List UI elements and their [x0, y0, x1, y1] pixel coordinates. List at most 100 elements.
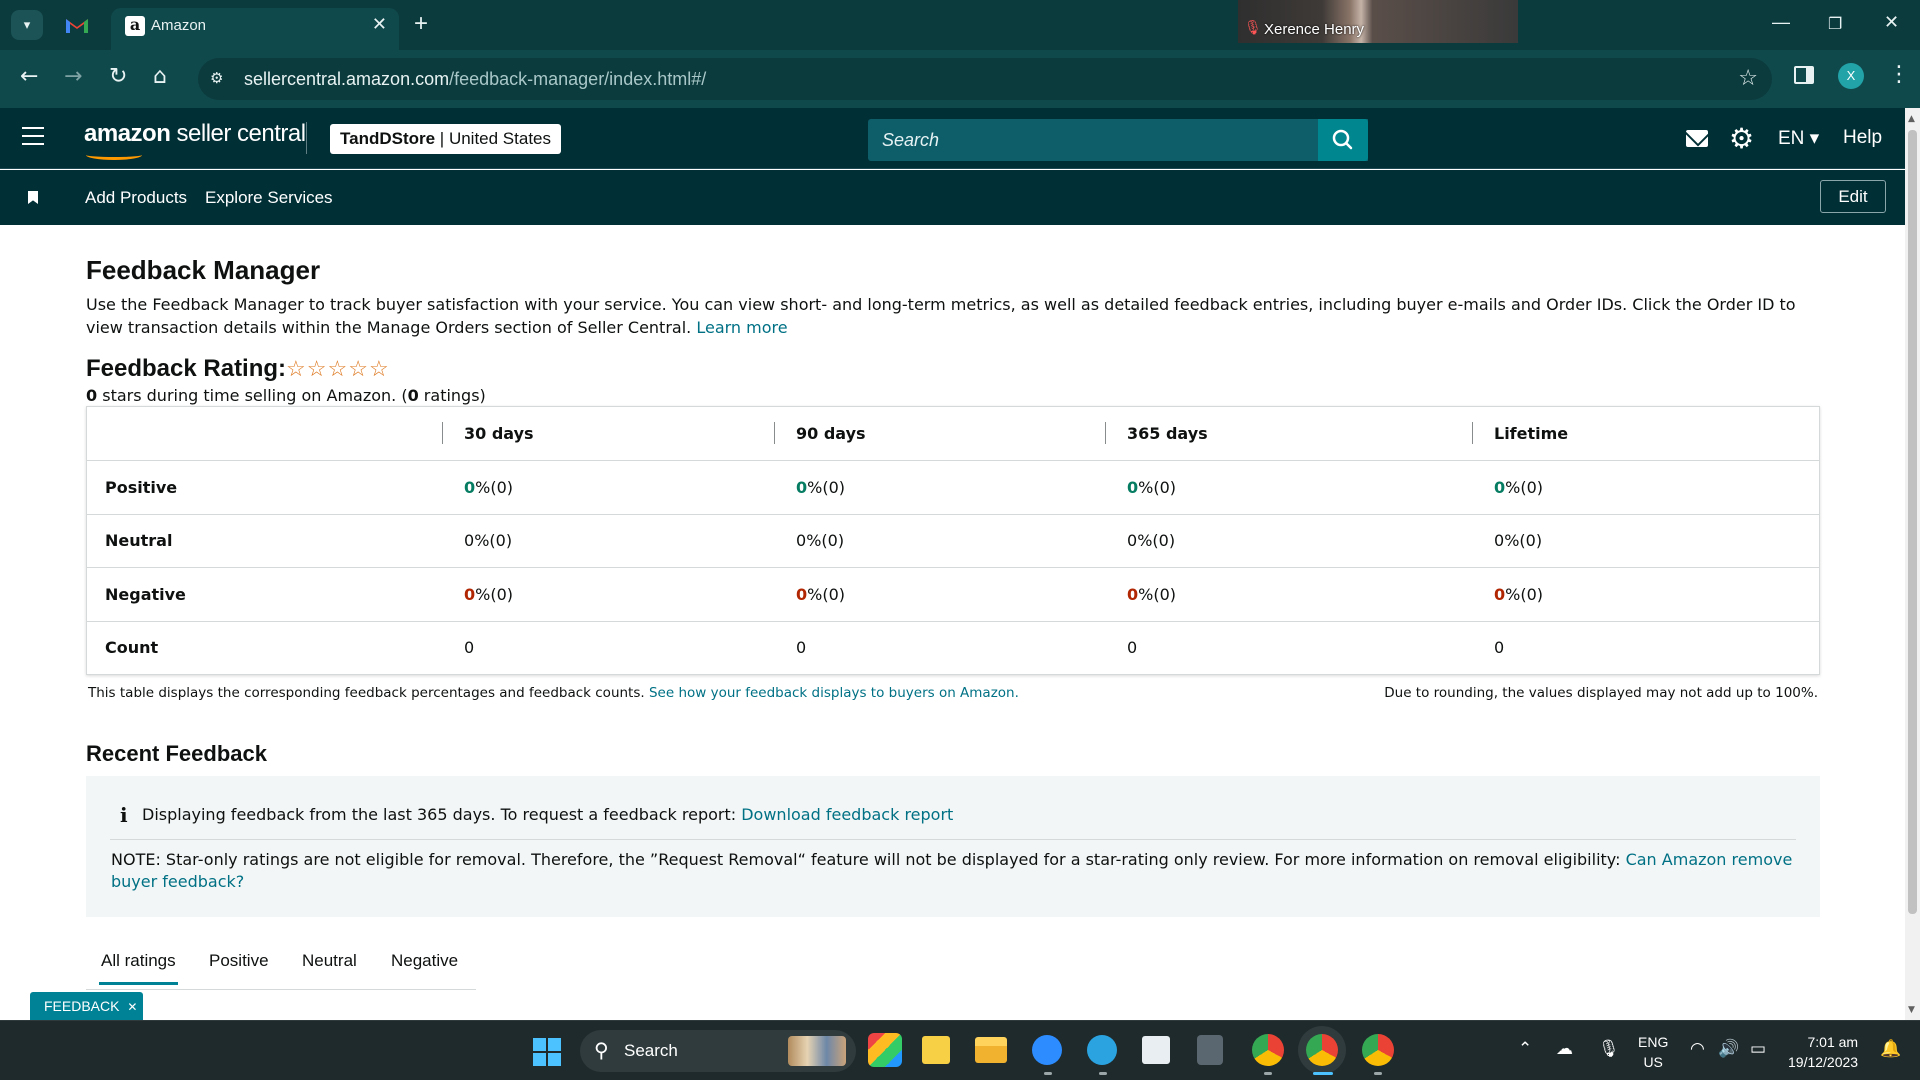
scroll-up-icon[interactable]: ▲: [1908, 114, 1915, 124]
search-highlight-image: [788, 1036, 846, 1066]
col-header: Lifetime: [1471, 407, 1568, 460]
taskbar-search[interactable]: ⚲ Search: [580, 1030, 856, 1072]
side-panel-icon[interactable]: [1794, 66, 1814, 84]
reload-icon[interactable]: ↻: [109, 64, 127, 89]
subnav-explore-services[interactable]: Explore Services: [205, 188, 333, 208]
close-window-icon[interactable]: ✕: [1884, 12, 1899, 33]
gear-icon[interactable]: ⚙: [1729, 122, 1754, 155]
table-cell: 0 %(0): [1494, 477, 1544, 497]
page-scrollbar[interactable]: ▲ ▼: [1905, 108, 1920, 1020]
tab-amazon[interactable]: a Amazon ✕: [111, 8, 399, 50]
mail-icon[interactable]: [1686, 130, 1708, 147]
volume-icon[interactable]: 🔊: [1718, 1039, 1739, 1059]
snipping-tool-icon[interactable]: [1142, 1036, 1170, 1064]
seller-central-logo[interactable]: amazon seller central: [84, 120, 306, 160]
table-cell: 0 %(0): [464, 531, 513, 551]
notification-bell-icon[interactable]: 🔔: [1880, 1039, 1901, 1059]
copilot-icon[interactable]: [868, 1033, 902, 1067]
close-badge-icon[interactable]: ✕: [127, 1000, 137, 1014]
seller-search-input[interactable]: [868, 119, 1368, 161]
browser-menu-icon[interactable]: ⋮: [1888, 62, 1910, 87]
site-info-icon[interactable]: ⚙: [210, 69, 223, 87]
col-header: 365 days: [1105, 407, 1208, 460]
row-label: Count: [105, 638, 159, 658]
gmail-icon[interactable]: [64, 14, 90, 36]
table-cell: 0 %(0): [464, 477, 514, 497]
table-header-row: 30 days 90 days 365 days Lifetime: [87, 407, 1819, 460]
feedback-table: 30 days 90 days 365 days Lifetime Positi…: [86, 406, 1820, 675]
file-explorer-icon[interactable]: [975, 1037, 1007, 1063]
feedback-display-link[interactable]: See how your feedback displays to buyers…: [649, 685, 1019, 701]
edit-nav-button[interactable]: Edit: [1820, 180, 1886, 213]
help-link[interactable]: Help: [1843, 127, 1882, 149]
subnav-add-products[interactable]: Add Products: [85, 188, 187, 208]
scroll-down-icon[interactable]: ▼: [1908, 1005, 1915, 1015]
star-rating-icon: ☆☆☆☆☆: [286, 356, 390, 381]
bookmark-icon[interactable]: [28, 191, 38, 204]
info-divider: [110, 839, 1796, 840]
tab-search-icon[interactable]: ▾: [11, 10, 43, 40]
feedback-rating-heading: Feedback Rating:☆☆☆☆☆: [86, 355, 390, 382]
url-text: sellercentral.amazon.com/feedback-manage…: [244, 69, 707, 89]
hamburger-menu-icon[interactable]: [22, 127, 44, 145]
profile-avatar[interactable]: X: [1838, 63, 1864, 89]
table-cell: 0: [1494, 638, 1505, 658]
search-button[interactable]: [1318, 119, 1368, 161]
chrome-profile-2-icon[interactable]: [1362, 1034, 1394, 1066]
seller-central-header: amazon seller central TandDStore | Unite…: [0, 108, 1905, 169]
intro-text: Use the Feedback Manager to track buyer …: [86, 295, 1796, 337]
tab-negative[interactable]: Negative: [391, 951, 458, 971]
windows-start-icon[interactable]: [533, 1038, 561, 1066]
back-icon[interactable]: ←: [20, 64, 38, 89]
col-header: 90 days: [774, 407, 866, 460]
search-icon: [1332, 129, 1353, 150]
forward-icon[interactable]: →: [64, 64, 82, 89]
seller-subnav: Add Products Explore Services Edit: [0, 170, 1905, 225]
table-cell: 0 %(0): [796, 531, 845, 551]
calculator-icon[interactable]: [1197, 1035, 1223, 1065]
table-cell: 0 %(0): [1127, 477, 1177, 497]
video-call-tile: 🎙 Xerence Henry: [1238, 0, 1518, 43]
tab-neutral[interactable]: Neutral: [302, 951, 357, 971]
page-title: Feedback Manager: [86, 255, 321, 285]
home-icon[interactable]: ⌂: [153, 64, 167, 89]
windows-taskbar: ⚲ Search ⌃ ☁ 🎙 ENG US ◠ 🔊 ▭ 7:01 am 19/1…: [0, 1020, 1920, 1080]
battery-icon[interactable]: ▭: [1750, 1039, 1766, 1059]
scroll-thumb[interactable]: [1908, 130, 1917, 914]
video-participant-name: Xerence Henry: [1264, 21, 1365, 38]
onedrive-icon[interactable]: ☁: [1556, 1039, 1573, 1059]
learn-more-link[interactable]: Learn more: [696, 318, 787, 337]
close-tab-icon[interactable]: ✕: [372, 14, 387, 35]
input-language[interactable]: ENG US: [1638, 1032, 1668, 1072]
clock[interactable]: 7:01 am 19/12/2023: [1788, 1032, 1858, 1072]
language-selector[interactable]: EN ▾: [1778, 127, 1819, 150]
download-feedback-report-link[interactable]: Download feedback report: [741, 805, 953, 824]
restore-icon[interactable]: ❐: [1828, 14, 1842, 34]
table-cell: 0: [464, 638, 475, 658]
store-switcher[interactable]: TandDStore | United States: [330, 124, 561, 154]
chrome-icon[interactable]: [1252, 1034, 1284, 1066]
wifi-icon[interactable]: ◠: [1690, 1039, 1705, 1059]
table-cell: 0 %(0): [796, 584, 846, 604]
row-label: Negative: [105, 584, 186, 604]
zoom-icon[interactable]: [1032, 1035, 1062, 1065]
amazon-smile-icon: [86, 150, 142, 160]
chrome-profile-x-icon[interactable]: [1306, 1034, 1338, 1066]
tab-positive[interactable]: Positive: [209, 951, 269, 971]
url-field[interactable]: ⚙ sellercentral.amazon.com/feedback-mana…: [198, 58, 1772, 100]
feedback-info-box: i Displaying feedback from the last 365 …: [86, 776, 1820, 917]
telegram-running-indicator: [1099, 1072, 1107, 1075]
telegram-icon[interactable]: [1087, 1035, 1117, 1065]
new-tab-icon[interactable]: +: [414, 10, 428, 38]
sticky-notes-icon[interactable]: [922, 1036, 950, 1064]
feedback-badge[interactable]: FEEDBACK ✕: [30, 992, 143, 1020]
table-row-negative: Negative 0 %(0) 0 %(0) 0 %(0) 0 %(0): [87, 567, 1819, 621]
table-cell: 0 %(0): [796, 477, 846, 497]
bookmark-star-icon[interactable]: ☆: [1738, 66, 1758, 91]
minimize-icon[interactable]: —: [1772, 12, 1790, 33]
table-cell: 0 %(0): [1494, 531, 1543, 551]
info-icon: i: [120, 803, 128, 827]
show-hidden-icons-icon[interactable]: ⌃: [1518, 1039, 1532, 1059]
microphone-icon[interactable]: 🎙: [1598, 1039, 1620, 1059]
tab-all-ratings[interactable]: All ratings: [99, 951, 178, 985]
